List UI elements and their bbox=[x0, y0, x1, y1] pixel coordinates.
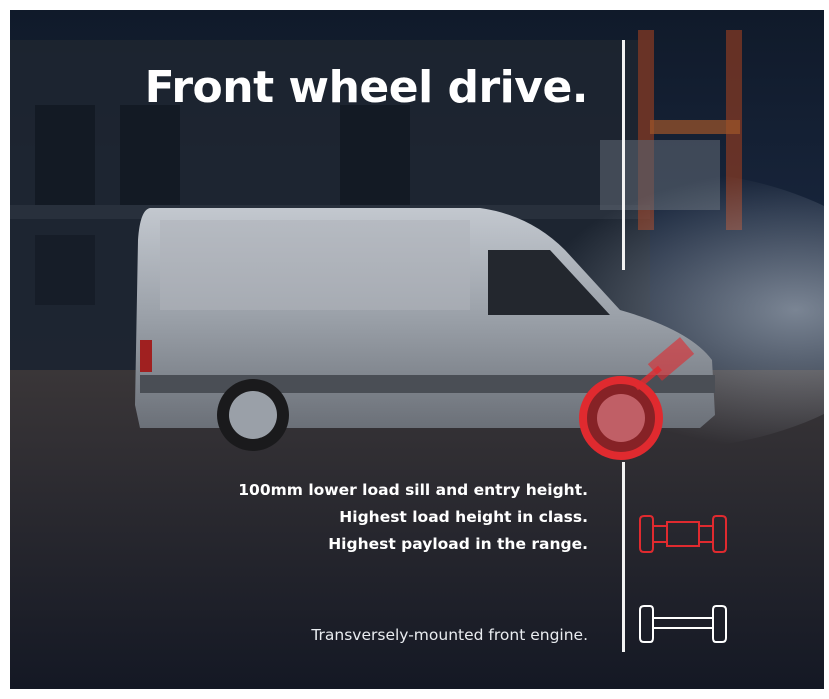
advert-canvas: Front wheel drive. 100mm lower load sill… bbox=[0, 0, 829, 699]
feature-item: Highest load height in class. bbox=[339, 508, 588, 526]
front-drive-axle-icon bbox=[639, 515, 727, 553]
hero-panel: Front wheel drive. 100mm lower load sill… bbox=[10, 10, 824, 689]
headline: Front wheel drive. bbox=[144, 62, 589, 113]
feature-list: 100mm lower load sill and entry height. … bbox=[238, 477, 588, 558]
top-divider bbox=[622, 40, 625, 270]
feature-item: Highest payload in the range. bbox=[328, 535, 588, 553]
bottom-divider bbox=[622, 462, 625, 652]
feature-item: 100mm lower load sill and entry height. bbox=[238, 481, 588, 499]
engine-note: Transversely-mounted front engine. bbox=[311, 626, 588, 644]
axle-layout-icon bbox=[639, 605, 727, 643]
